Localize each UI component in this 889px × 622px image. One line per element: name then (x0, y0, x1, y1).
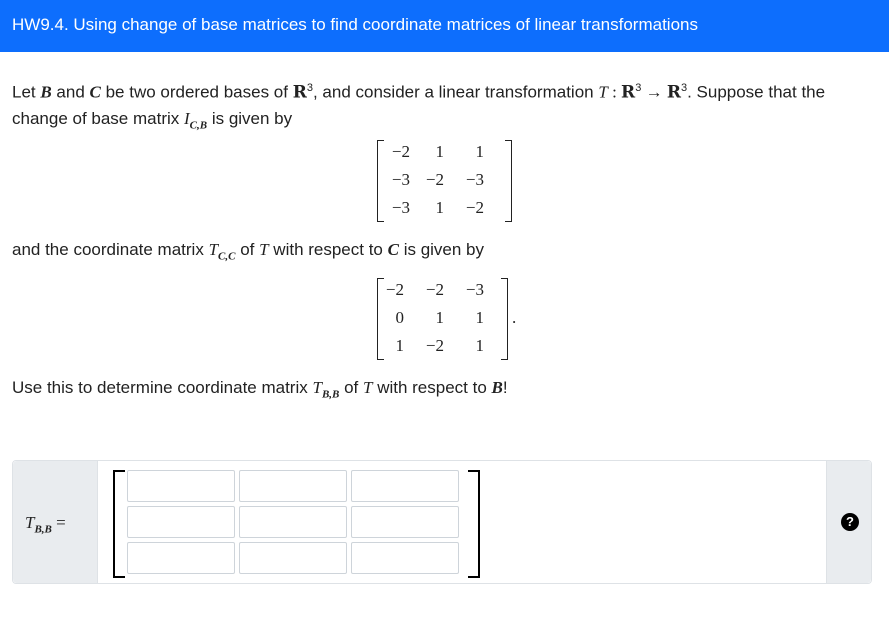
text: Let (12, 82, 41, 102)
basis-b: B (491, 378, 503, 397)
help-icon[interactable]: ? (841, 513, 859, 531)
text: , and consider a linear transformation (312, 82, 599, 102)
text: be two ordered bases of (100, 82, 293, 102)
matrix2-right-bracket (501, 278, 508, 360)
text: of (235, 240, 260, 259)
answer-input-r1c1[interactable] (127, 470, 235, 502)
question-intro: Let B and C be two ordered bases of R3, … (12, 75, 882, 138)
matrix1-entry: 1 (475, 142, 485, 161)
matrix1-left-bracket (377, 140, 384, 222)
reals-symbol: R (292, 82, 307, 103)
matrix1-entry: −3 (391, 170, 410, 189)
coordinate-matrix-cc: −2 −2 −3 0 1 1 1 −2 1 (384, 276, 484, 360)
arrow: → (641, 82, 667, 102)
matrix2-entry: 1 (475, 308, 485, 327)
text: with respect to (372, 378, 492, 397)
matrix2-entry: −2 (425, 280, 444, 299)
subscript: B,B (34, 523, 52, 536)
matrix2-entry: −2 (425, 336, 444, 355)
text: and the coordinate matrix (12, 240, 209, 259)
colon: : (607, 82, 622, 102)
matrix1-entry: 1 (435, 198, 445, 217)
matrix2-entry: 1 (475, 336, 485, 355)
matrix2-entry: 1 (435, 308, 445, 327)
text: Use this to determine coordinate matrix (12, 378, 313, 397)
matrix1-entry: −3 (391, 198, 410, 217)
equals-sign: = (51, 513, 66, 532)
matrix1-entry: −3 (465, 170, 484, 189)
transformation-t: T (259, 240, 269, 259)
question-header: HW9.4. Using change of base matrices to … (0, 0, 889, 52)
matrix2-entry: 1 (395, 336, 405, 355)
answer-input-r3c3[interactable] (351, 542, 459, 574)
answer-input-r3c2[interactable] (239, 542, 347, 574)
text: with respect to (268, 240, 388, 259)
matrix1-entry: −2 (425, 170, 444, 189)
text: ! (502, 378, 508, 397)
reals-symbol: R (666, 82, 681, 103)
matrix2-left-bracket (377, 278, 384, 360)
answer-input-r2c1[interactable] (127, 506, 235, 538)
basis-c: C (89, 82, 101, 102)
text: and (51, 82, 90, 102)
coordinate-matrix-symbol: T (208, 240, 219, 259)
question-matrix-intro: and the coordinate matrix TC,C of T with… (12, 237, 484, 269)
text: change of base matrix (12, 108, 184, 128)
target-matrix-symbol: T (312, 378, 322, 397)
matrix1-entry: 1 (435, 142, 445, 161)
answer-right-bracket (468, 470, 480, 578)
question-instruction: Use this to determine coordinate matrix … (12, 375, 508, 407)
matrix1-entry: −2 (391, 142, 410, 161)
matrix2-entry: −3 (465, 280, 484, 299)
subscript: C,B (189, 119, 208, 132)
matrix2-entry: 0 (395, 308, 405, 327)
matrix1-entry: −2 (465, 198, 484, 217)
text: . Suppose that the (687, 82, 826, 102)
answer-label-cell: TB,B = (13, 461, 98, 583)
answer-panel: TB,B = ? (12, 460, 872, 584)
answer-input-r3c1[interactable] (127, 542, 235, 574)
text: is given by (207, 108, 293, 128)
matrix2-period: . (512, 308, 517, 327)
basis-b: B (40, 82, 52, 102)
answer-input-r1c3[interactable] (351, 470, 459, 502)
question-title: HW9.4. Using change of base matrices to … (12, 15, 698, 34)
answer-left-bracket (113, 470, 125, 578)
basis-c: C (387, 240, 399, 259)
transformation-t: T (598, 82, 608, 102)
change-of-base-matrix: −2 1 1 −3 −2 −3 −3 1 −2 (384, 138, 484, 222)
matrix1-right-bracket (505, 140, 512, 222)
answer-input-r2c2[interactable] (239, 506, 347, 538)
matrix2-entry: −2 (385, 280, 404, 299)
text: is given by (398, 240, 485, 259)
text: of (339, 378, 363, 397)
help-cell: ? (826, 461, 871, 583)
subscript: C,C (218, 250, 236, 263)
answer-input-r1c2[interactable] (239, 470, 347, 502)
reals-symbol: R (621, 82, 636, 103)
answer-label: TB,B = (25, 513, 66, 535)
answer-input-r2c3[interactable] (351, 506, 459, 538)
subscript: B,B (321, 388, 340, 401)
